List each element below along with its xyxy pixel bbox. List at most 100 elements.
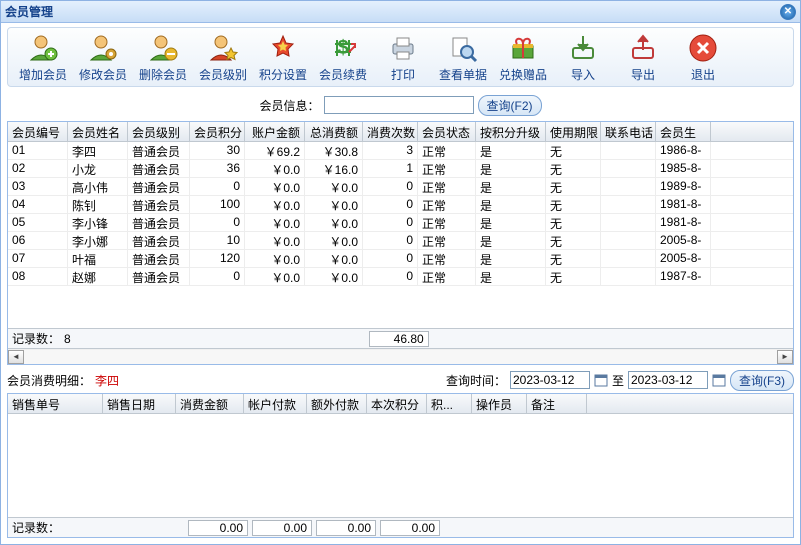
- cell: ￥0.0: [245, 196, 305, 213]
- scroll-track[interactable]: [24, 350, 777, 364]
- cell: 普通会员: [128, 214, 190, 231]
- cell: 1987-8-: [656, 268, 711, 285]
- date-from-input[interactable]: [510, 371, 590, 389]
- col-level[interactable]: 会员级别: [128, 122, 190, 141]
- export-icon: [627, 32, 659, 64]
- cell: 0: [363, 178, 418, 195]
- table-row[interactable]: 05李小锋普通会员0￥0.0￥0.00正常是无1981-8-: [8, 214, 793, 232]
- sum-total: 46.80: [369, 331, 429, 347]
- delete-member-button[interactable]: 删除会员: [134, 30, 192, 84]
- table-row[interactable]: 08赵娜普通会员0￥0.0￥0.00正常是无1987-8-: [8, 268, 793, 286]
- detail-query-button[interactable]: 查询(F3): [730, 370, 794, 391]
- toolbar-label: 兑换赠品: [499, 66, 547, 83]
- member-level-button[interactable]: 会员级别: [194, 30, 252, 84]
- col-consume[interactable]: 总消费额: [305, 122, 363, 141]
- search-button[interactable]: 查询(F2): [478, 95, 542, 116]
- search-input[interactable]: [324, 96, 474, 114]
- col-count[interactable]: 消费次数: [363, 122, 418, 141]
- person-star-icon: [207, 32, 239, 64]
- member-management-window: 会员管理 ✕ 增加会员 修改会员 删除会员 会员级别 积分设置 $ 会员续费: [0, 0, 801, 545]
- cell: 普通会员: [128, 250, 190, 267]
- export-button[interactable]: 导出: [614, 30, 672, 84]
- table-row[interactable]: 07叶福普通会员120￥0.0￥0.00正常是无2005-8-: [8, 250, 793, 268]
- detail-member-name: 李四: [95, 372, 119, 389]
- date-to-input[interactable]: [628, 371, 708, 389]
- cell: 0: [363, 268, 418, 285]
- cell: 普通会员: [128, 232, 190, 249]
- cell: ￥0.0: [305, 196, 363, 213]
- members-summary: 记录数： 8 46.80: [8, 328, 793, 348]
- add-member-button[interactable]: 增加会员: [14, 30, 72, 84]
- exit-icon: [687, 32, 719, 64]
- col-id[interactable]: 会员编号: [8, 122, 68, 141]
- calendar-from-icon[interactable]: [594, 373, 608, 387]
- cell: 是: [476, 160, 546, 177]
- dcol-operator[interactable]: 操作员: [472, 394, 527, 413]
- scroll-left-button[interactable]: ◄: [8, 350, 24, 364]
- toolbar-label: 删除会员: [139, 66, 187, 83]
- detail-grid-body[interactable]: [8, 414, 793, 517]
- exit-button[interactable]: 退出: [674, 30, 732, 84]
- view-receipt-button[interactable]: 查看单据: [434, 30, 492, 84]
- cell: 李小娜: [68, 232, 128, 249]
- print-button[interactable]: 打印: [374, 30, 432, 84]
- cell: [601, 196, 656, 213]
- col-birthday[interactable]: 会员生: [656, 122, 711, 141]
- col-points[interactable]: 会员积分: [190, 122, 245, 141]
- cell: 正常: [418, 142, 476, 159]
- cell: 叶福: [68, 250, 128, 267]
- cell: 是: [476, 196, 546, 213]
- cell: 3: [363, 142, 418, 159]
- col-expiry[interactable]: 使用期限: [546, 122, 601, 141]
- person-remove-icon: [147, 32, 179, 64]
- table-row[interactable]: 06李小娜普通会员10￥0.0￥0.00正常是无2005-8-: [8, 232, 793, 250]
- col-upgrade[interactable]: 按积分升级: [476, 122, 546, 141]
- table-row[interactable]: 03高小伟普通会员0￥0.0￥0.00正常是无1989-8-: [8, 178, 793, 196]
- col-name[interactable]: 会员姓名: [68, 122, 128, 141]
- members-grid-body[interactable]: 01李四普通会员30￥69.2￥30.83正常是无1986-8-02小龙普通会员…: [8, 142, 793, 328]
- redeem-gift-button[interactable]: 兑换赠品: [494, 30, 552, 84]
- window-close-button[interactable]: ✕: [780, 4, 796, 20]
- table-row[interactable]: 01李四普通会员30￥69.2￥30.83正常是无1986-8-: [8, 142, 793, 160]
- cell: 正常: [418, 196, 476, 213]
- cell: 是: [476, 232, 546, 249]
- cell: 04: [8, 196, 68, 213]
- cell: 0: [190, 178, 245, 195]
- cell: 1989-8-: [656, 178, 711, 195]
- person-add-icon: [27, 32, 59, 64]
- calendar-to-icon[interactable]: [712, 373, 726, 387]
- table-row[interactable]: 02小龙普通会员36￥0.0￥16.01正常是无1985-8-: [8, 160, 793, 178]
- detail-label: 会员消费明细：: [7, 372, 91, 389]
- dcol-pt[interactable]: 积...: [427, 394, 472, 413]
- points-settings-button[interactable]: 积分设置: [254, 30, 312, 84]
- edit-member-button[interactable]: 修改会员: [74, 30, 132, 84]
- dcol-extrapay[interactable]: 额外付款: [307, 394, 367, 413]
- dcol-date[interactable]: 销售日期: [103, 394, 176, 413]
- cell: 正常: [418, 160, 476, 177]
- renew-button[interactable]: $ 会员续费: [314, 30, 372, 84]
- col-status[interactable]: 会员状态: [418, 122, 476, 141]
- cell: 是: [476, 268, 546, 285]
- col-balance[interactable]: 账户金额: [245, 122, 305, 141]
- dcol-remark[interactable]: 备注: [527, 394, 587, 413]
- cell: ￥0.0: [305, 250, 363, 267]
- dsum-1: 0.00: [188, 520, 248, 536]
- cell: 是: [476, 178, 546, 195]
- h-scrollbar[interactable]: ◄ ►: [8, 348, 793, 364]
- table-row[interactable]: 04陈钊普通会员100￥0.0￥0.00正常是无1981-8-: [8, 196, 793, 214]
- record-count-label: 记录数：: [12, 330, 60, 347]
- dcol-amount[interactable]: 消费金额: [176, 394, 244, 413]
- dcol-points[interactable]: 本次积分: [367, 394, 427, 413]
- dcol-no[interactable]: 销售单号: [8, 394, 103, 413]
- import-button[interactable]: 导入: [554, 30, 612, 84]
- cell: ￥0.0: [245, 178, 305, 195]
- cell: 无: [546, 268, 601, 285]
- cell: 0: [363, 250, 418, 267]
- cell: 陈钊: [68, 196, 128, 213]
- cell: ￥0.0: [245, 250, 305, 267]
- cell: 无: [546, 196, 601, 213]
- dcol-acctpay[interactable]: 帐户付款: [244, 394, 307, 413]
- to-label: 至: [612, 372, 624, 389]
- scroll-right-button[interactable]: ►: [777, 350, 793, 364]
- col-phone[interactable]: 联系电话: [601, 122, 656, 141]
